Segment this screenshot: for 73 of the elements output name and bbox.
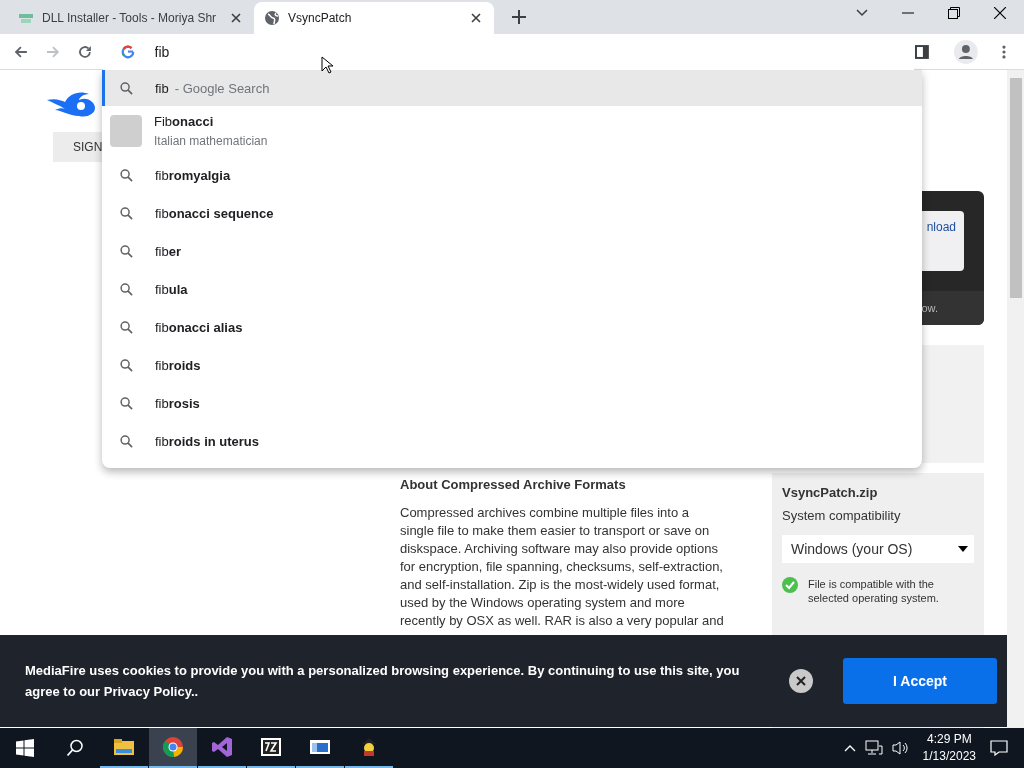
suggestion-text: fibula bbox=[155, 281, 188, 297]
caret-icon bbox=[958, 546, 968, 552]
suggestion-text: fib bbox=[155, 80, 169, 96]
search-icon bbox=[120, 434, 133, 448]
speaker-icon[interactable] bbox=[891, 740, 910, 756]
suggestion-item[interactable]: fibroids in uterus bbox=[102, 422, 922, 460]
chevron-up-icon[interactable] bbox=[843, 744, 856, 752]
close-icon bbox=[796, 676, 806, 686]
search-icon[interactable] bbox=[66, 739, 84, 757]
search-icon bbox=[120, 358, 133, 372]
compatibility-status: File is compatible with the selected operating system. bbox=[808, 577, 940, 605]
suggestion-text: fibonacci sequence bbox=[155, 205, 274, 221]
close-icon[interactable] bbox=[471, 13, 481, 23]
suggestion-item[interactable]: fibula bbox=[102, 270, 922, 308]
browser-tab[interactable]: VsyncPatch bbox=[254, 2, 494, 34]
restore-icon[interactable] bbox=[948, 7, 960, 19]
browser-tab[interactable]: DLL Installer - Tools - Moriya Shr bbox=[8, 2, 254, 34]
cookie-message: MediaFire uses cookies to provide you with a personalized browsing experience. By continuing to use this site, you agree to our Privacy Policy.. bbox=[25, 662, 741, 701]
clock[interactable]: 4:29 PM 1/13/2023 bbox=[922, 731, 976, 765]
search-icon bbox=[120, 282, 133, 296]
suggestion-hint: - Google Search bbox=[174, 80, 270, 96]
chrome-icon bbox=[162, 736, 184, 758]
file-name: VsyncPatch.zip bbox=[782, 485, 878, 500]
globe-icon bbox=[264, 10, 280, 26]
suggestion-item[interactable]: fibonacci alias bbox=[102, 308, 922, 346]
search-icon bbox=[120, 206, 133, 220]
search-icon bbox=[120, 81, 133, 95]
close-icon[interactable] bbox=[231, 13, 241, 23]
suggestion-subtitle: Italian mathematician bbox=[154, 134, 268, 148]
accept-button[interactable]: I Accept bbox=[843, 658, 997, 704]
suggestion-text: fibrosis bbox=[155, 395, 200, 411]
side-panel-icon[interactable] bbox=[914, 43, 931, 60]
search-icon bbox=[120, 244, 133, 258]
archive-app-icon bbox=[260, 736, 282, 758]
start-icon[interactable] bbox=[16, 739, 34, 757]
suggestion-item[interactable]: fib - Google Search bbox=[102, 70, 922, 106]
suggestion-text: fibroids bbox=[155, 357, 201, 373]
chevron-down-icon[interactable] bbox=[856, 9, 868, 17]
profile-avatar-icon[interactable] bbox=[954, 39, 979, 64]
google-icon bbox=[120, 44, 135, 59]
close-icon[interactable] bbox=[994, 7, 1006, 19]
search-icon bbox=[120, 320, 133, 334]
notification-icon[interactable] bbox=[990, 740, 1008, 756]
clock-date: 1/13/2023 bbox=[922, 748, 976, 765]
search-icon bbox=[120, 168, 133, 182]
scrollbar-thumb[interactable] bbox=[1009, 78, 1022, 298]
tab-title: VsyncPatch bbox=[288, 11, 353, 25]
compatibility-label: System compatibility bbox=[782, 508, 901, 523]
clock-time: 4:29 PM bbox=[925, 731, 973, 748]
installer-icon bbox=[18, 12, 34, 24]
os-select-value: Windows (your OS) bbox=[791, 541, 913, 557]
tab-title: DLL Installer - Tools - Moriya Shr bbox=[42, 11, 218, 25]
suggestion-text: fibromyalgia bbox=[155, 167, 231, 183]
suggestion-text: Fibonacci bbox=[154, 114, 215, 129]
folder-icon bbox=[113, 736, 135, 758]
article-paragraph: Compressed archives combine multiple files into a single file to make them easier to transport or save on diskspace. Archiving software may also provide options for encryption, file spanning, checksums, self-extraction, and self-installation. Zip is the most-widely used format, used by the Windows operating system and more recently by OSX as well. RAR is also a very popular and bbox=[400, 504, 725, 630]
new-tab-icon[interactable] bbox=[512, 10, 526, 24]
reload-icon[interactable] bbox=[76, 43, 93, 60]
network-icon[interactable] bbox=[864, 740, 883, 756]
suggestion-text: fibonacci alias bbox=[155, 319, 243, 335]
scrollbar[interactable] bbox=[1007, 70, 1024, 728]
search-icon bbox=[120, 396, 133, 410]
image-placeholder bbox=[110, 115, 142, 147]
studio-icon bbox=[211, 736, 233, 758]
suggestion-text: fibroids in uterus bbox=[155, 433, 260, 449]
suggestion-item[interactable]: fibrosis bbox=[102, 384, 922, 422]
os-select[interactable]: Windows (your OS) bbox=[782, 535, 974, 563]
close-button[interactable] bbox=[789, 669, 813, 693]
download-note: ow. bbox=[921, 302, 938, 314]
suggestion-item[interactable]: fibroids bbox=[102, 346, 922, 384]
suggestion-text: fiber bbox=[155, 243, 182, 259]
menu-icon[interactable] bbox=[1002, 43, 1006, 60]
article-heading: About Compressed Archive Formats bbox=[400, 477, 627, 492]
